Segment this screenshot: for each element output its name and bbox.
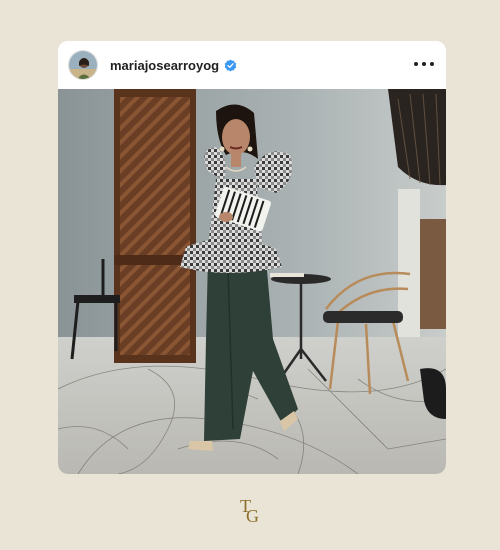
avatar[interactable] [68,50,98,80]
more-options-icon[interactable] [414,57,434,71]
dot [430,62,434,66]
instagram-post-card: mariajosearroyog [58,41,446,474]
dot [422,62,426,66]
post-image[interactable] [58,89,446,474]
username[interactable]: mariajosearroyog [110,58,219,73]
post-header: mariajosearroyog [58,41,446,89]
dot [414,62,418,66]
brand-monogram-logo: T G [236,494,264,526]
svg-text:G: G [246,506,259,526]
verified-badge-icon [224,59,237,72]
